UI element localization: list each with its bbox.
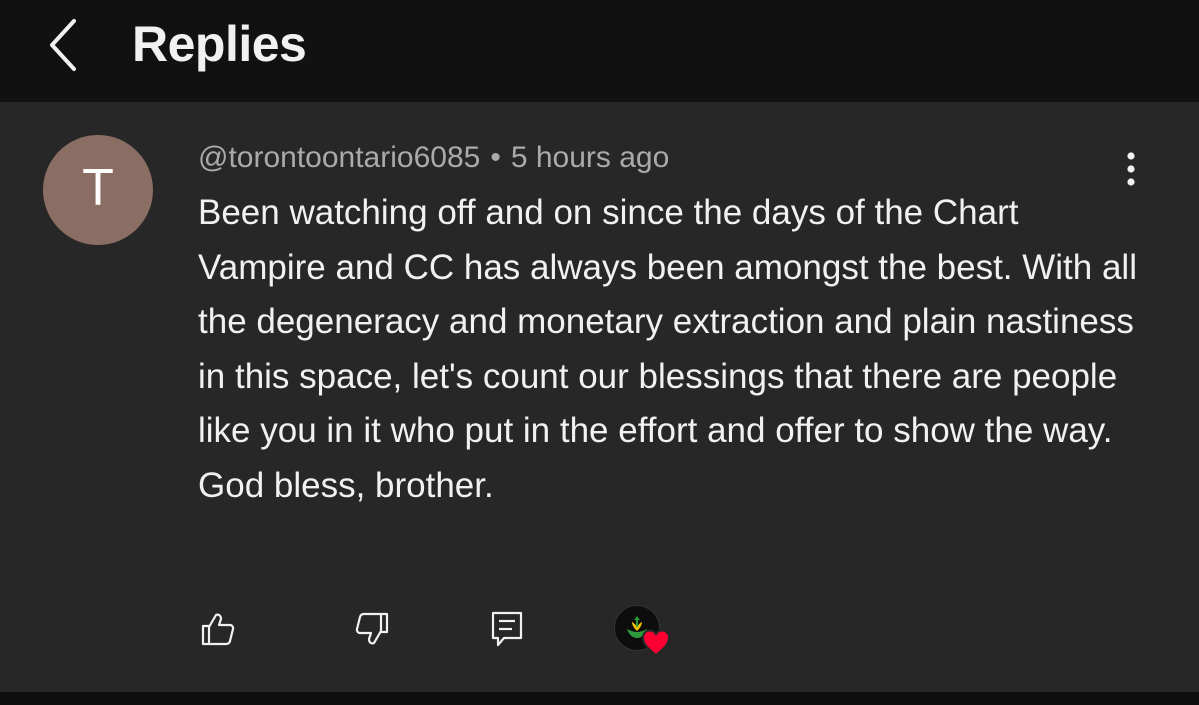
thumb-down-icon <box>355 612 389 645</box>
page-title: Replies <box>132 16 307 72</box>
comment-text: Been watching off and on since the days … <box>198 193 1137 505</box>
comment-actions <box>0 602 1199 662</box>
dislike-button[interactable] <box>347 602 397 656</box>
more-vertical-icon <box>1127 152 1135 186</box>
comment-author[interactable]: @torontoontario6085 <box>198 141 480 174</box>
comment-timestamp: 5 hours ago <box>510 141 670 174</box>
top-app-bar: Replies <box>0 0 1199 102</box>
avatar[interactable]: T <box>43 135 153 245</box>
comment-meta: @torontoontario6085 • 5 hours ago <box>198 138 669 178</box>
thumb-up-icon <box>201 613 235 646</box>
reply-button[interactable] <box>482 602 532 656</box>
back-button[interactable] <box>36 12 92 78</box>
avatar-letter: T <box>82 159 114 217</box>
creator-heart-badge[interactable] <box>614 605 674 661</box>
meta-separator: • <box>490 141 501 174</box>
comment-reply-icon <box>491 611 523 647</box>
bottom-divider <box>0 692 1199 705</box>
chevron-left-icon <box>50 19 76 71</box>
like-button[interactable] <box>193 602 243 656</box>
reply-comment-card: T @torontoontario6085 • 5 hours ago Been w… <box>0 102 1199 692</box>
heart-icon <box>641 629 671 657</box>
